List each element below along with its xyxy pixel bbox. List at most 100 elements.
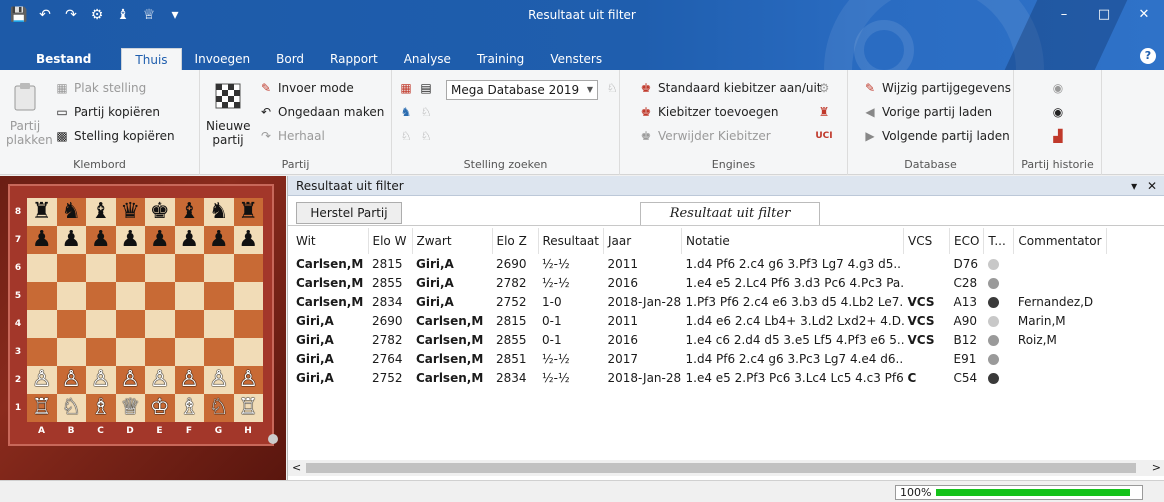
nieuwe-partij-button[interactable]: Nieuwe partij <box>206 80 251 147</box>
table-row[interactable]: Giri,A 2782 Carlsen,M 2855 0-1 2016 1.e4 c6 2.… <box>292 330 1106 349</box>
search-piece-button[interactable]: ♞ <box>398 102 414 122</box>
history-back-button[interactable]: ◉ <box>1050 78 1066 98</box>
board-square-g8[interactable]: ♞ <box>204 198 234 226</box>
chess-piece[interactable]: ♚ <box>150 201 170 223</box>
uci-button[interactable]: UCI <box>814 126 834 146</box>
board-square-a6[interactable] <box>27 254 57 282</box>
board-square-a8[interactable]: ♜ <box>27 198 57 226</box>
board-square-a4[interactable] <box>27 310 57 338</box>
board-square-f8[interactable]: ♝ <box>174 198 204 226</box>
close-button[interactable]: ✕ <box>1124 0 1164 30</box>
board-square-d4[interactable] <box>115 310 145 338</box>
vorige-partij-button[interactable]: ◀ Vorige partij laden <box>862 102 992 122</box>
column-header[interactable]: Resultaat <box>538 228 604 254</box>
board-square-b3[interactable] <box>56 338 86 366</box>
history-forward-button[interactable]: ◉ <box>1050 102 1066 122</box>
board-square-f2[interactable]: ♙ <box>174 366 204 394</box>
ongedaan-maken-button[interactable]: ↶ Ongedaan maken <box>258 102 384 122</box>
board-square-b4[interactable] <box>56 310 86 338</box>
standaard-kiebitzer-button[interactable]: ♚ Standaard kiebitzer aan/uit <box>638 78 822 98</box>
volgende-partij-button[interactable]: ▶ Volgende partij laden <box>862 126 1009 146</box>
tab-rapport[interactable]: Rapport <box>317 48 391 70</box>
column-header[interactable]: Notatie <box>681 228 904 254</box>
chess-piece[interactable]: ♙ <box>32 369 52 391</box>
board-square-a2[interactable]: ♙ <box>27 366 57 394</box>
board-square-e6[interactable] <box>145 254 175 282</box>
tab-resultaat-uit-filter[interactable]: Resultaat uit filter <box>640 202 820 226</box>
board-square-g4[interactable] <box>204 310 234 338</box>
board-square-a3[interactable] <box>27 338 57 366</box>
board-square-f6[interactable] <box>174 254 204 282</box>
board-square-f4[interactable] <box>174 310 204 338</box>
wijzig-partijgegevens-button[interactable]: ✎ Wijzig partijgegevens <box>862 78 1011 98</box>
chess-piece[interactable]: ♟ <box>61 229 81 251</box>
table-row[interactable]: Carlsen,M 2834 Giri,A 2752 1-0 2018-Jan-28 1.P… <box>292 292 1106 311</box>
scroll-left-icon[interactable]: < <box>292 460 301 476</box>
chess-board[interactable]: ♜ ♞ ♝ ♛ ♚ ♝ ♞ ♜ ♟ ♟ ♟ ♟ ♟ ♟ ♟ ♟ ♙ ♙ ♙ ♙ ♙ ♙ ♙ ♙ ♖ ♘ ♗ ♕ ♔ ♗ ♘ ♖ <box>27 198 263 422</box>
column-header[interactable]: Elo Z <box>492 228 539 254</box>
table-row[interactable]: Giri,A 2752 Carlsen,M 2834 ½-½ 2018-Jan-28 1.e… <box>292 368 1106 387</box>
chess-piece[interactable]: ♙ <box>61 369 81 391</box>
chess-piece[interactable]: ♕ <box>120 397 140 419</box>
board-square-d1[interactable]: ♕ <box>115 394 145 422</box>
column-header[interactable]: VCS <box>903 228 950 254</box>
database-icon-button[interactable]: ▤ <box>418 78 434 98</box>
board-search-button[interactable]: ▦ <box>398 78 414 98</box>
chess-piece[interactable]: ♙ <box>209 369 229 391</box>
board-square-h7[interactable]: ♟ <box>233 226 263 254</box>
chess-piece[interactable]: ♜ <box>32 201 52 223</box>
board-square-g6[interactable] <box>204 254 234 282</box>
column-header[interactable]: T... <box>983 228 1015 254</box>
board-square-e2[interactable]: ♙ <box>145 366 175 394</box>
tab-vensters[interactable]: Vensters <box>537 48 615 70</box>
engine-tournament-button[interactable]: ♜ <box>816 102 832 122</box>
board-square-b5[interactable] <box>56 282 86 310</box>
column-header[interactable]: Wit <box>292 228 369 254</box>
chess-piece[interactable]: ♗ <box>179 397 199 419</box>
board-square-e8[interactable]: ♚ <box>145 198 175 226</box>
board-square-b8[interactable]: ♞ <box>56 198 86 226</box>
board-square-e5[interactable] <box>145 282 175 310</box>
chess-piece[interactable]: ♟ <box>91 229 111 251</box>
table-row[interactable]: Carlsen,M 2855 Giri,A 2782 ½-½ 2016 1.e4 e5 2.… <box>292 273 1106 292</box>
board-square-d3[interactable] <box>115 338 145 366</box>
board-square-d5[interactable] <box>115 282 145 310</box>
board-square-c6[interactable] <box>86 254 116 282</box>
chess-piece[interactable]: ♟ <box>209 229 229 251</box>
column-header[interactable]: ECO <box>949 228 985 254</box>
history-list-button[interactable]: ▟ <box>1050 126 1066 146</box>
table-row[interactable]: Carlsen,M 2815 Giri,A 2690 ½-½ 2011 1.d4 Pf6 2… <box>292 254 1106 273</box>
board-square-e4[interactable] <box>145 310 175 338</box>
board-square-d6[interactable] <box>115 254 145 282</box>
board-square-g2[interactable]: ♙ <box>204 366 234 394</box>
column-header[interactable]: Elo W <box>368 228 413 254</box>
chess-piece[interactable]: ♟ <box>150 229 170 251</box>
chess-piece[interactable]: ♙ <box>120 369 140 391</box>
chess-piece[interactable]: ♟ <box>120 229 140 251</box>
chess-piece[interactable]: ♖ <box>32 397 52 419</box>
partij-plakken-button[interactable]: Partij plakken <box>6 80 53 147</box>
plak-stelling-button[interactable]: ▦ Plak stelling <box>54 78 146 98</box>
board-square-b1[interactable]: ♘ <box>56 394 86 422</box>
board-square-f5[interactable] <box>174 282 204 310</box>
table-row[interactable]: Giri,A 2764 Carlsen,M 2851 ½-½ 2017 1.d4 Pf6 2… <box>292 349 1106 368</box>
search-similar-button[interactable]: ♘ <box>418 102 434 122</box>
board-square-g1[interactable]: ♘ <box>204 394 234 422</box>
board-square-c3[interactable] <box>86 338 116 366</box>
tab-invoegen[interactable]: Invoegen <box>182 48 264 70</box>
chess-piece[interactable]: ♟ <box>32 229 52 251</box>
column-header[interactable]: Commentator <box>1013 228 1107 254</box>
board-square-g7[interactable]: ♟ <box>204 226 234 254</box>
board-square-a1[interactable]: ♖ <box>27 394 57 422</box>
tab-training[interactable]: Training <box>464 48 537 70</box>
board-square-h5[interactable] <box>233 282 263 310</box>
search-go-button[interactable]: ♘ <box>604 78 620 98</box>
table-row[interactable]: Giri,A 2690 Carlsen,M 2815 0-1 2011 1.d4 e6 2.… <box>292 311 1106 330</box>
verwijder-kiebitzer-button[interactable]: ♚ Verwijder Kiebitzer <box>638 126 771 146</box>
chess-piece[interactable]: ♙ <box>91 369 111 391</box>
database-select[interactable]: Mega Database 2019 ▼ <box>446 80 598 100</box>
stelling-kopieren-button[interactable]: ▩ Stelling kopiëren <box>54 126 174 146</box>
board-square-c4[interactable] <box>86 310 116 338</box>
invoer-mode-button[interactable]: ✎ Invoer mode <box>258 78 354 98</box>
board-square-e3[interactable] <box>145 338 175 366</box>
